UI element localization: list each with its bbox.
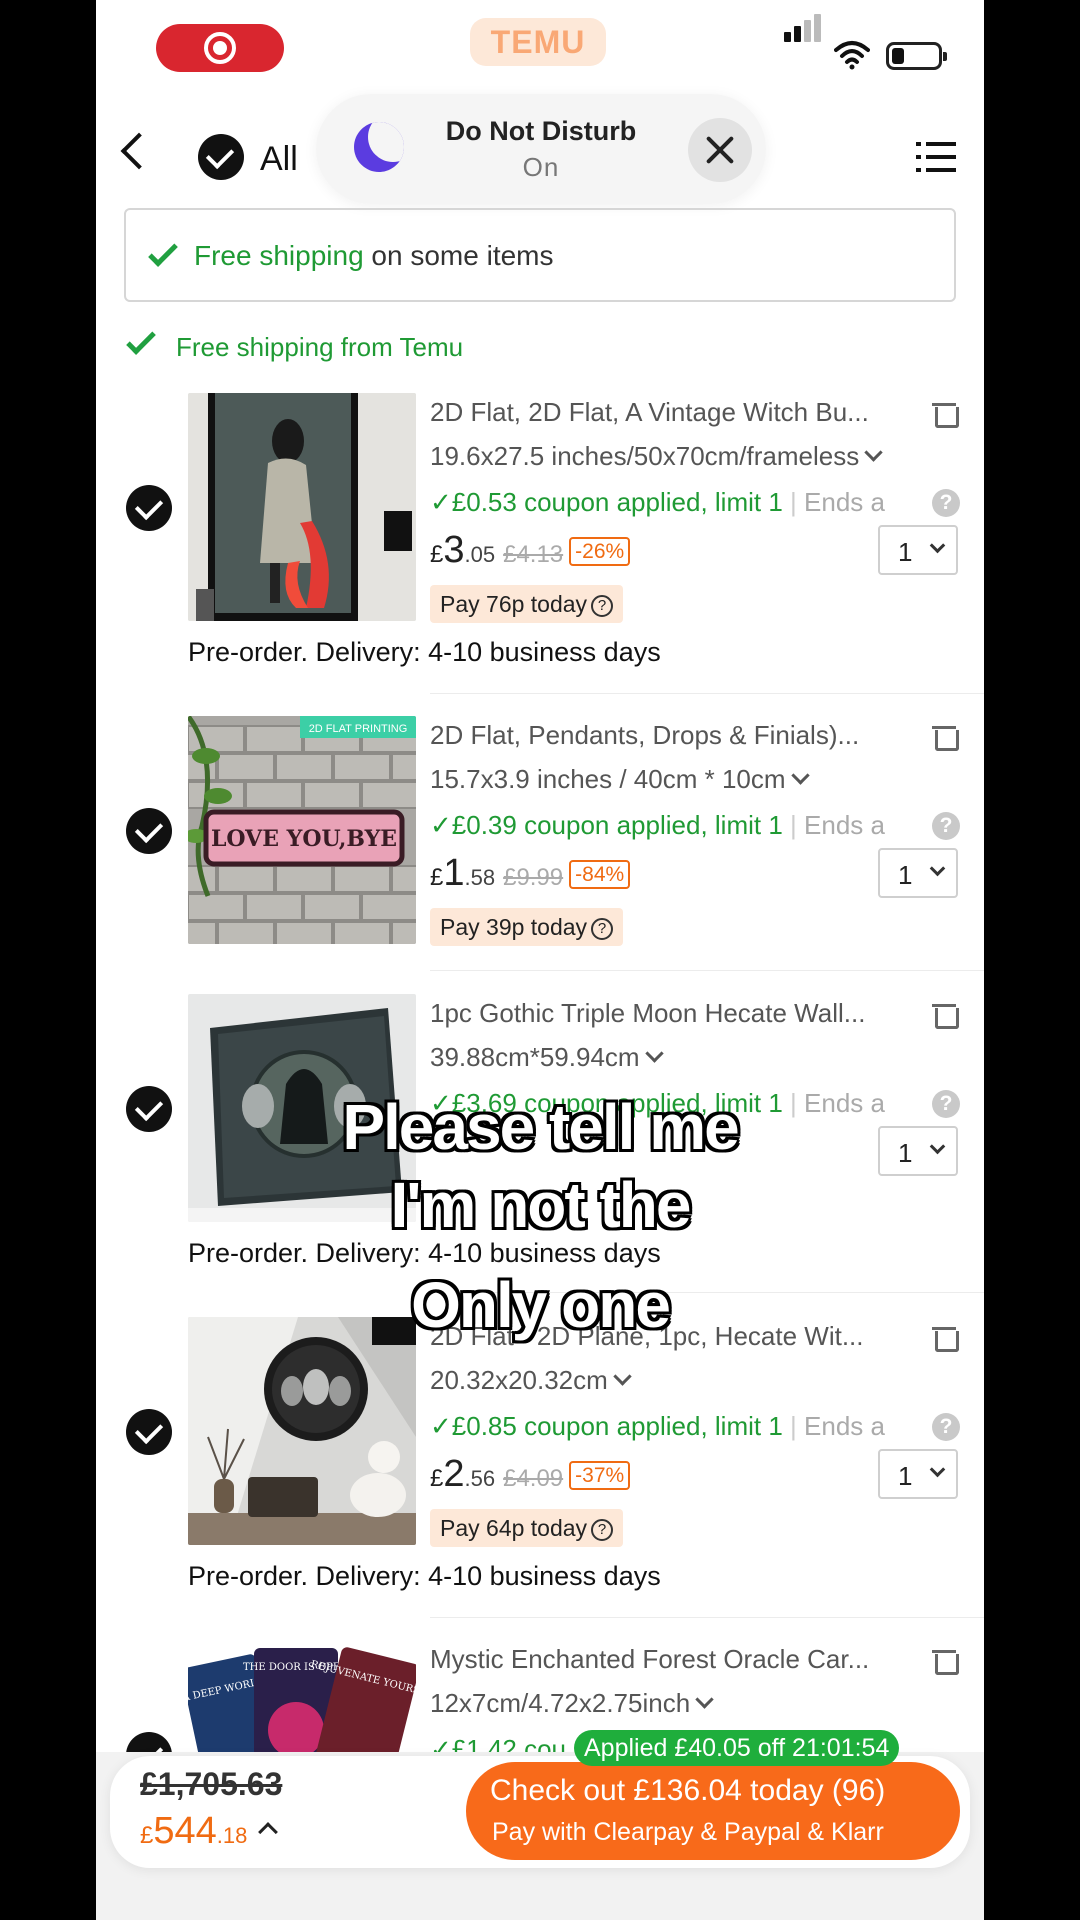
discount-badge: -84% <box>569 860 631 889</box>
coupon-info: ✓£0.53 coupon applied, limit 1 | Ends a <box>430 487 885 517</box>
chevron-down-icon <box>929 537 946 554</box>
product-spec[interactable]: 15.7x3.9 inches / 40cm * 10cm <box>430 764 810 795</box>
free-shipping-banner: Free shipping on some items <box>124 208 956 302</box>
applied-discount-badge: Applied £40.05 off 21:01:54 <box>574 1730 900 1766</box>
coupon-info: ✓£0.85 coupon applied, limit 1 | Ends a <box>430 1411 885 1441</box>
quantity-select[interactable]: 1 <box>878 525 958 575</box>
checkout-label: Check out £136.04 today (96) <box>490 1774 886 1807</box>
product-image[interactable]: LOVE YOU,BYE 2D FLAT PRINTING <box>188 716 416 944</box>
screen-record-indicator[interactable] <box>156 24 284 72</box>
coupon-info: ✓£0.39 coupon applied, limit 1 | Ends a <box>430 810 885 840</box>
preorder-delivery-text: Pre-order. Delivery: 4-10 business days <box>188 1561 661 1591</box>
product-title[interactable]: Mystic Enchanted Forest Oracle Car... <box>430 1644 900 1675</box>
pay-today-badge[interactable]: Pay 39p today? <box>430 908 624 946</box>
checkout-button[interactable]: Check out £136.04 today (96) Pay with Cl… <box>466 1762 960 1860</box>
preorder-delivery-text: Pre-order. Delivery: 4-10 business days <box>188 637 661 667</box>
battery-icon <box>886 42 947 70</box>
preorder-delivery-text: Pre-order. Delivery: 4-10 business days <box>188 1238 661 1268</box>
product-title[interactable]: 2D Flat, 2D Flat, A Vintage Witch Bu... <box>430 397 900 428</box>
phone-screen: TEMU All Do Not Disturb On Free shipping… <box>96 0 984 1920</box>
original-price: £9.99 <box>503 864 564 891</box>
close-icon[interactable] <box>688 118 752 182</box>
product-spec[interactable]: 19.6x27.5 inches/50x70cm/frameless <box>430 441 883 472</box>
quantity-select[interactable]: 1 <box>878 1449 958 1499</box>
record-icon <box>213 41 227 55</box>
chevron-up-icon[interactable] <box>258 1822 279 1842</box>
product-spec[interactable]: 12x7cm/4.72x2.75inch <box>430 1688 714 1719</box>
product-title[interactable]: 2D Flat, Pendants, Drops & Finials)... <box>430 720 900 751</box>
item-checkbox[interactable] <box>126 1409 172 1455</box>
shipping-group-label: Free shipping from Temu <box>126 325 463 363</box>
original-price: £4.13 <box>503 541 564 568</box>
product-price: £2.56 £4.09 -37% <box>430 1453 631 1496</box>
original-price: £4.09 <box>503 1465 564 1492</box>
question-icon: ? <box>591 918 614 940</box>
original-total: £1,705.63 <box>140 1766 283 1802</box>
chevron-down-icon <box>929 860 946 877</box>
quantity-select[interactable]: 1 <box>878 848 958 898</box>
discount-badge: -37% <box>569 1461 631 1490</box>
caption-line: I'm not the <box>390 1169 692 1241</box>
pay-today-badge[interactable]: Pay 64p today? <box>430 1509 624 1547</box>
chevron-down-icon <box>695 1690 714 1709</box>
check-icon <box>126 325 156 355</box>
caption-line: Only one <box>411 1269 671 1341</box>
product-price: £3.05 £4.13 -26% <box>430 529 631 572</box>
chevron-down-icon <box>864 443 883 462</box>
product-title[interactable]: 1pc Gothic Triple Moon Hecate Wall... <box>430 998 900 1029</box>
chevron-down-icon <box>790 766 810 785</box>
do-not-disturb-banner[interactable]: Do Not Disturb On <box>316 94 766 204</box>
wifi-icon <box>834 41 870 70</box>
select-all-label: All <box>260 140 298 178</box>
cart-total[interactable]: £544.18 <box>140 1810 279 1853</box>
chevron-down-icon <box>644 1044 664 1063</box>
help-icon[interactable]: ? <box>932 812 960 840</box>
product-image[interactable] <box>188 393 416 621</box>
list-menu-icon[interactable] <box>916 140 956 174</box>
item-checkbox[interactable] <box>126 808 172 854</box>
question-icon: ? <box>591 595 614 617</box>
thumb-sign-text: LOVE YOU,BYE <box>211 826 397 852</box>
discount-badge: -26% <box>569 537 631 566</box>
product-image[interactable] <box>188 1317 416 1545</box>
payment-methods-label: Pay with Clearpay & Paypal & Klarr <box>492 1818 884 1846</box>
caption-line: Please tell me <box>342 1091 739 1163</box>
product-spec[interactable]: 20.32x20.32cm <box>430 1365 632 1396</box>
help-icon[interactable]: ? <box>932 489 960 517</box>
product-spec[interactable]: 39.88cm*59.94cm <box>430 1042 664 1073</box>
check-icon <box>148 237 178 267</box>
pay-today-badge[interactable]: Pay 76p today? <box>430 585 624 623</box>
chevron-down-icon <box>613 1367 632 1386</box>
question-icon: ? <box>591 1519 614 1541</box>
select-all-checkbox[interactable] <box>198 134 244 180</box>
product-price: £1.58 £9.99 -84% <box>430 852 631 895</box>
item-checkbox[interactable] <box>126 485 172 531</box>
trash-icon[interactable] <box>932 722 959 751</box>
trash-icon[interactable] <box>932 1000 959 1029</box>
temu-logo: TEMU <box>470 18 606 66</box>
help-icon[interactable]: ? <box>932 1413 960 1441</box>
trash-icon[interactable] <box>932 1646 959 1675</box>
thumb-tag-text: 2D FLAT PRINTING <box>309 723 408 735</box>
chevron-down-icon <box>929 1461 946 1478</box>
back-icon[interactable] <box>120 132 158 170</box>
trash-icon[interactable] <box>932 399 959 428</box>
free-shipping-text: Free shipping on some items <box>194 240 554 271</box>
